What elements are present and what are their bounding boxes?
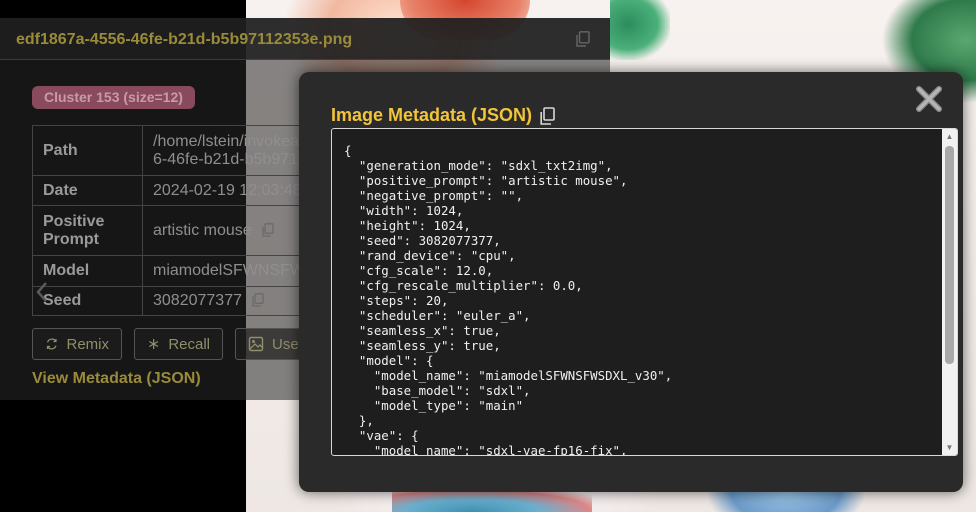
recall-label: Recall — [168, 335, 210, 353]
scroll-thumb[interactable] — [945, 146, 954, 364]
use-label: Use — [272, 335, 299, 353]
metadata-table: Path /home/lstein/invokea 6-46fe-b21d-b5… — [32, 125, 332, 316]
prompt-text: artistic mouse — [153, 221, 252, 239]
table-row: Seed 3082077377 — [32, 286, 332, 316]
background-image-detail — [610, 0, 670, 60]
recall-button[interactable]: Recall — [134, 328, 223, 360]
remix-label: Remix — [66, 335, 109, 353]
cluster-badge[interactable]: Cluster 153 (size=12) — [32, 86, 195, 109]
remix-button[interactable]: Remix — [32, 328, 122, 360]
copy-icon[interactable] — [576, 31, 590, 47]
chevron-left-icon[interactable] — [34, 280, 50, 304]
table-row: Date 2024-02-19 12:03:48 — [32, 175, 332, 206]
table-row: Path /home/lstein/invokea 6-46fe-b21d-b5… — [32, 125, 332, 176]
image-icon — [248, 336, 264, 352]
row-key-line: Positive — [43, 212, 105, 230]
modal-title: Image Metadata (JSON) — [331, 105, 555, 126]
table-row: Positive Prompt artistic mouse — [32, 205, 332, 256]
seed-text: 3082077377 — [153, 292, 242, 309]
row-key-line: Prompt — [43, 230, 99, 248]
view-metadata-link[interactable]: View Metadata (JSON) — [32, 370, 201, 388]
scrollbar[interactable]: ▲ ▼ — [942, 129, 957, 455]
row-key: Date — [32, 175, 143, 206]
modal-title-text: Image Metadata (JSON) — [331, 105, 533, 125]
path-line: 6-46fe-b21d-b5b971 — [153, 150, 299, 168]
refresh-icon — [46, 338, 57, 350]
file-name: edf1867a-4556-46fe-b21d-b5b97112353e.png — [16, 31, 353, 48]
copy-icon[interactable] — [252, 293, 265, 307]
scroll-up-arrow[interactable]: ▲ — [942, 129, 957, 144]
close-icon[interactable] — [914, 84, 944, 114]
row-key: Positive Prompt — [32, 205, 143, 256]
json-content: { "generation_mode": "sdxl_txt2img", "po… — [344, 143, 673, 456]
scroll-down-arrow[interactable]: ▼ — [942, 440, 957, 455]
copy-icon[interactable] — [540, 106, 555, 125]
row-key: Path — [32, 125, 143, 176]
path-line: /home/lstein/invokea — [153, 132, 299, 150]
table-row: Model miamodelSFWNSFW — [32, 255, 332, 287]
json-textarea[interactable]: { "generation_mode": "sdxl_txt2img", "po… — [331, 128, 958, 456]
copy-icon[interactable] — [262, 222, 274, 237]
asterisk-icon — [149, 339, 159, 349]
background-image-detail — [392, 490, 592, 512]
